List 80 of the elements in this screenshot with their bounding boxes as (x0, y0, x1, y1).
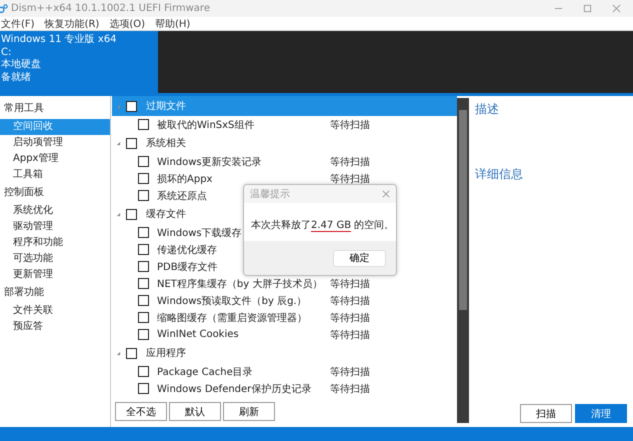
sidebar-item[interactable]: 驱动管理 (0, 219, 110, 235)
details-heading: 详细信息 (475, 166, 524, 183)
checkbox[interactable] (138, 173, 149, 184)
scan-status: 等待扫描 (330, 382, 370, 396)
checkbox[interactable] (138, 383, 149, 394)
checkbox[interactable] (138, 227, 149, 238)
scan-status: 等待扫描 (330, 118, 370, 132)
description-heading: 描述 (475, 101, 500, 118)
expand-arrow-icon[interactable] (116, 212, 121, 216)
checkbox[interactable] (126, 138, 137, 148)
sidebar-group: 部署功能 (0, 283, 110, 303)
checkbox[interactable] (138, 261, 149, 272)
dialog-message: 本次共释放了2.47 GB 的空间。 (251, 219, 394, 233)
list-action-button[interactable]: 刷新 (223, 402, 275, 421)
cleanup-item-label: NET程序集缓存（by 大胖子技术员） (157, 278, 322, 290)
sidebar-group: 常用工具 (0, 99, 110, 119)
ok-button[interactable]: 确定 (333, 250, 386, 266)
list-action-button[interactable]: 默认 (169, 402, 221, 421)
scan-status: 等待扫描 (330, 366, 370, 378)
scan-button[interactable]: 扫描 (520, 404, 572, 423)
category-row[interactable]: 系统相关 (112, 133, 457, 153)
checkbox[interactable] (126, 348, 137, 358)
cleanup-item-label: 被取代的WinSxS组件 (157, 120, 254, 130)
close-icon[interactable] (382, 190, 390, 198)
menu-item[interactable]: 帮助(H) (155, 16, 190, 30)
clean-button[interactable]: 清理 (575, 404, 627, 423)
cleanup-item-label: Package Cache目录 (157, 366, 253, 378)
scan-status: 等待扫描 (330, 328, 370, 342)
expand-arrow-icon[interactable] (116, 140, 121, 146)
scan-status: 等待扫描 (330, 312, 370, 324)
category-row[interactable]: 应用程序 (112, 343, 457, 363)
cleanup-item-label: Windows下载缓存 (157, 228, 242, 238)
scan-status: 等待扫描 (330, 156, 370, 168)
checkbox[interactable] (138, 156, 149, 167)
sidebar-item[interactable]: 系统优化 (0, 203, 110, 219)
cleanup-item-label: Windows预读取文件（by 辰g.） (157, 296, 307, 306)
scrollbar[interactable] (457, 98, 469, 423)
checkbox[interactable] (138, 312, 149, 323)
cleanup-item-label: 系统还原点 (157, 190, 207, 202)
sidebar-item[interactable]: 程序和功能 (0, 235, 110, 251)
checkbox[interactable] (138, 329, 149, 340)
sidebar-item[interactable]: Appx管理 (0, 151, 110, 167)
cleanup-item-label: WinINet Cookies (157, 329, 239, 340)
sidebar-item[interactable]: 更新管理 (0, 267, 110, 283)
cleanup-item-label: 传递优化缓存 (157, 244, 217, 256)
menu-item[interactable]: 选项(O) (109, 16, 146, 30)
checkbox[interactable] (138, 295, 149, 306)
sidebar-item[interactable]: 文件关联 (0, 303, 110, 319)
dialog-title: 温馨提示 (250, 188, 290, 201)
scan-status: 等待扫描 (330, 172, 370, 186)
expand-arrow-icon[interactable] (116, 350, 121, 356)
sidebar-item[interactable]: 工具箱 (0, 167, 110, 183)
system-info-text: C: (1, 46, 12, 58)
checkbox[interactable] (126, 100, 137, 112)
checkbox[interactable] (138, 278, 149, 289)
cleanup-item-label: Windows更新安装记录 (157, 156, 262, 168)
system-info-text: 本地硬盘 (1, 59, 42, 72)
list-action-button[interactable]: 全不选 (115, 402, 167, 421)
cleanup-item-label: Windows Defender保护历史记录 (157, 384, 312, 394)
maximize-icon[interactable] (583, 4, 592, 13)
sidebar-item[interactable]: 可选功能 (0, 251, 110, 267)
sidebar-item[interactable]: 预应答 (0, 319, 110, 335)
cleanup-item-label: PDB缓存文件 (157, 262, 218, 272)
menu-item[interactable]: 文件(F) (1, 16, 35, 30)
checkbox[interactable] (138, 244, 149, 255)
sidebar-group: 控制面板 (0, 183, 110, 203)
system-info-text: 备就绪 (1, 72, 32, 84)
cleanup-item-label: 损坏的Appx (157, 174, 212, 184)
menu-item[interactable]: 恢复功能(R) (44, 16, 100, 30)
cleanup-item-label: 缩略图缓存（需重启资源管理器） (157, 312, 307, 324)
system-info-text: Windows 11 专业版 x64 (1, 34, 118, 46)
checkbox[interactable] (138, 119, 149, 130)
sidebar-item[interactable]: 启动项管理 (0, 135, 110, 151)
close-icon[interactable] (612, 4, 621, 13)
checkbox[interactable] (126, 208, 137, 220)
checkbox[interactable] (138, 190, 149, 201)
checkbox[interactable] (138, 366, 149, 377)
scan-status: 等待扫描 (330, 278, 370, 290)
window-title: Dism++x64 10.1.1002.1 UEFI Firmware (11, 3, 210, 14)
scan-status: 等待扫描 (330, 294, 370, 308)
